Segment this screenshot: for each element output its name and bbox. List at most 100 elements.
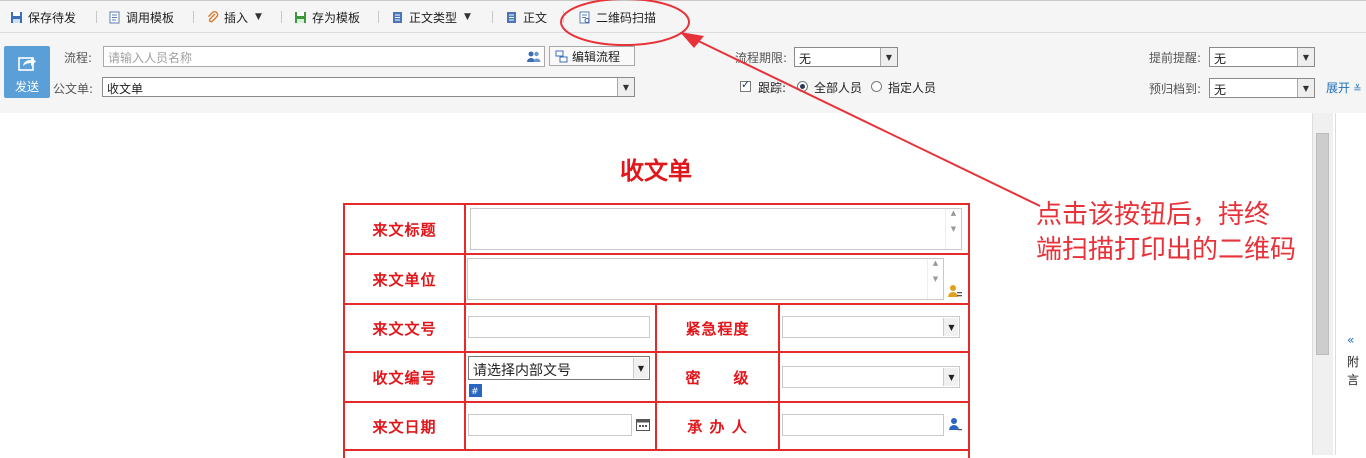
textarea-scrollbar[interactable]: ▲ ▼: [945, 209, 961, 249]
archive-select[interactable]: 无 ▼: [1209, 78, 1315, 98]
unit-textarea[interactable]: ▲ ▼: [467, 258, 944, 300]
handler-input[interactable]: [782, 414, 945, 436]
date-cell: [464, 401, 657, 451]
body-button[interactable]: 正文: [505, 8, 547, 26]
comment-side-panel[interactable]: « 附 言: [1335, 113, 1366, 455]
person-picker-icon[interactable]: [948, 417, 962, 431]
side-panel-label-2: 言: [1347, 373, 1360, 387]
archive-label: 预归档到:: [1149, 82, 1202, 96]
doc-form-value: 收文单: [107, 82, 144, 96]
qr-scan-icon: [579, 11, 590, 23]
use-template-button[interactable]: 调用模板: [108, 8, 174, 26]
chevron-down-icon: ▼: [617, 78, 634, 96]
expand-link[interactable]: 展开 ≚: [1326, 79, 1362, 96]
toolbar-divider: [96, 11, 97, 23]
edit-process-button[interactable]: 编辑流程: [549, 46, 635, 66]
form-header: 发送 流程: 请输入人员名称 编辑流程 公文单: 收文单 ▼ 流程期限: 无 ▼…: [0, 33, 1366, 113]
double-chevron-left-icon[interactable]: «: [1347, 333, 1354, 347]
paperclip-icon: [208, 10, 219, 22]
chevron-down-icon: ▼: [943, 368, 959, 386]
date-input[interactable]: [468, 414, 632, 436]
subject-cell: ▲ ▼: [464, 203, 970, 255]
deadline-value: 无: [799, 52, 812, 66]
use-template-label: 调用模板: [126, 10, 175, 25]
send-label: 发送: [14, 80, 39, 94]
serial-select[interactable]: 请选择内部文号 ▼: [468, 356, 650, 380]
archive-value: 无: [1214, 83, 1227, 97]
subject-textarea[interactable]: ▲ ▼: [470, 208, 962, 250]
insert-button[interactable]: 插入 ▼: [206, 8, 262, 26]
people-icon[interactable]: [526, 50, 541, 63]
serial-label: 收文编号: [343, 351, 466, 403]
doc-no-input[interactable]: [468, 316, 650, 338]
save-draft-label: 保存待发: [28, 10, 77, 25]
doc-form-select[interactable]: 收文单 ▼: [102, 77, 635, 97]
doc-no-cell: [464, 303, 657, 353]
document-title: 收文单: [620, 156, 692, 185]
send-button[interactable]: 发送: [4, 46, 50, 98]
save-as-template-label: 存为模板: [312, 10, 361, 25]
doc-no-label: 来文文号: [343, 303, 466, 353]
deadline-select[interactable]: 无 ▼: [794, 47, 898, 67]
side-panel-label-1: 附: [1347, 355, 1360, 369]
urgency-cell: ▼: [778, 303, 970, 353]
flow-edit-icon: [555, 50, 568, 62]
document-scrollbar[interactable]: [1312, 113, 1333, 455]
chevron-down-icon: ▼: [633, 358, 648, 378]
toolbar-divider: [281, 11, 282, 23]
secret-select[interactable]: ▼: [782, 366, 961, 388]
track-all-radio[interactable]: [797, 81, 808, 92]
qr-scan-label: 二维码扫描: [596, 10, 657, 25]
secret-label: 密 级: [654, 351, 781, 403]
subject-label: 来文标题: [343, 203, 466, 255]
track-label: 跟踪:: [758, 81, 787, 95]
serial-value: 请选择内部文号: [473, 363, 571, 379]
handler-cell: [778, 401, 970, 451]
toolbar-divider: [378, 11, 379, 23]
urgency-label: 紧急程度: [654, 303, 781, 353]
secret-cell: ▼: [778, 351, 970, 403]
body-type-button[interactable]: 正文类型 ▼: [391, 8, 471, 26]
annotation-line-2: 端扫描打印出的二维码: [1036, 235, 1297, 265]
toolbar: 保存待发 调用模板 插入 ▼ 存为模板 正文类型 ▼ 正文 二维码扫描: [0, 0, 1366, 33]
remind-label: 提前提醒:: [1149, 51, 1202, 65]
process-placeholder: 请输入人员名称: [108, 51, 193, 65]
toolbar-divider: [492, 11, 493, 23]
chevron-down-icon: ▼: [943, 318, 959, 336]
doc-form-label: 公文单:: [53, 82, 94, 96]
receipt-form-table: 来文标题 ▲ ▼ 来文单位 ▲ ▼ 来文文号 紧急程度 ▼ 收文编号 请选择内部…: [343, 203, 970, 458]
insert-label: 插入: [224, 10, 249, 25]
expand-label: 展开: [1326, 81, 1351, 95]
track-specific-radio[interactable]: [871, 81, 882, 92]
date-label: 来文日期: [343, 401, 466, 451]
deadline-label: 流程期限:: [735, 51, 788, 65]
toolbar-divider: [563, 11, 564, 23]
track-specific-label: 指定人员: [888, 81, 937, 95]
chevron-down-icon: ▼: [1297, 48, 1314, 66]
document-icon: [393, 11, 402, 23]
handler-label: 承 办 人: [654, 401, 781, 451]
double-chevron-down-icon: ≚: [1350, 84, 1362, 95]
chevron-down-icon: ▼: [880, 48, 897, 66]
unit-picker-icon[interactable]: [948, 284, 962, 298]
save-draft-button[interactable]: 保存待发: [10, 8, 76, 26]
document-icon: [507, 11, 516, 23]
qr-scan-button[interactable]: 二维码扫描: [578, 8, 656, 26]
urgency-select[interactable]: ▼: [782, 316, 961, 338]
template-icon: [109, 11, 120, 23]
calendar-icon[interactable]: [635, 418, 650, 431]
save-as-template-button[interactable]: 存为模板: [294, 8, 360, 26]
number-edit-icon[interactable]: #: [469, 384, 482, 397]
annotation-text: 点击该按钮后，持终 端扫描打印出的二维码: [1036, 198, 1366, 268]
track-checkbox[interactable]: [740, 78, 751, 92]
toolbar-divider: [193, 11, 194, 23]
save-icon: [11, 11, 22, 23]
next-row: [343, 449, 970, 458]
save-template-icon: [295, 11, 306, 23]
edit-process-label: 编辑流程: [572, 49, 621, 64]
remind-select[interactable]: 无 ▼: [1209, 47, 1315, 67]
unit-label: 来文单位: [343, 253, 466, 305]
textarea-scrollbar[interactable]: ▲ ▼: [927, 259, 943, 299]
process-input[interactable]: 请输入人员名称: [103, 46, 545, 67]
body-type-label: 正文类型: [409, 10, 458, 25]
